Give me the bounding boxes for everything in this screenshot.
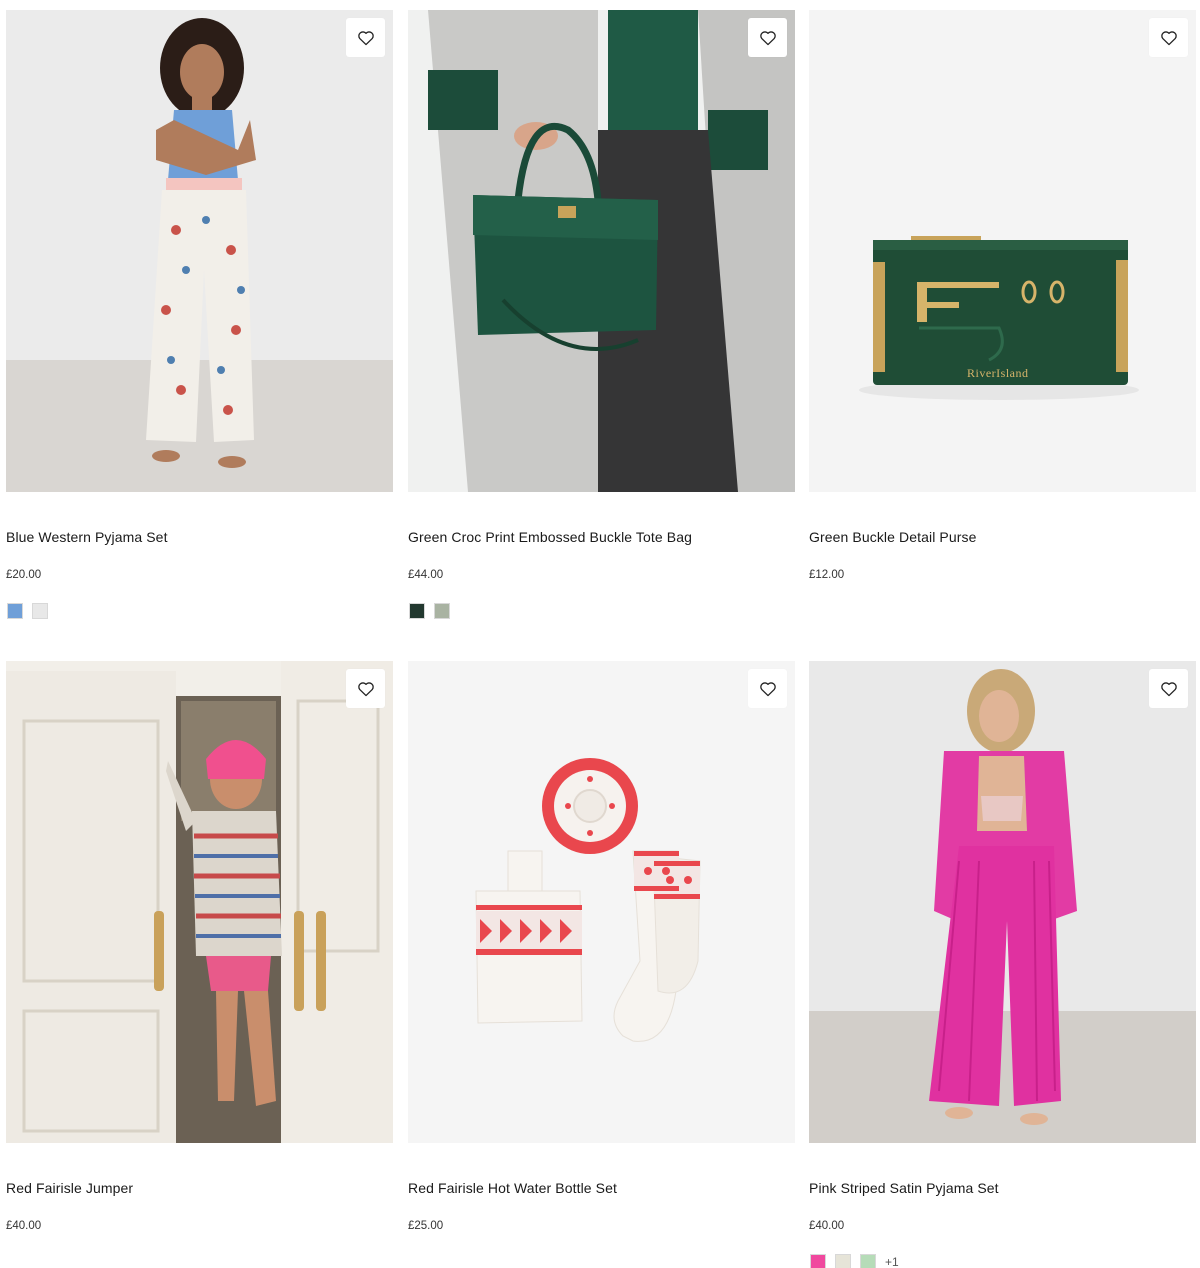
wishlist-button[interactable] [748,18,787,57]
colour-swatch[interactable] [434,603,450,619]
colour-swatch[interactable] [860,1254,876,1268]
product-price: £12.00 [809,569,845,581]
product-price: £40.00 [6,1220,42,1232]
product-title[interactable]: Blue Western Pyjama Set [6,529,168,546]
product-title[interactable]: Green Buckle Detail Purse [809,529,976,546]
product-image[interactable] [408,661,795,1143]
product-image[interactable] [408,10,795,492]
heart-outline-icon [1160,30,1177,45]
wishlist-button[interactable] [346,18,385,57]
wishlist-button[interactable] [748,669,787,708]
product-title[interactable]: Red Fairisle Jumper [6,1180,133,1197]
colour-swatch[interactable] [409,603,425,619]
product-image[interactable] [809,661,1196,1143]
product-card[interactable]: Red Fairisle Hot Water Bottle Set £25.00 [408,661,795,1232]
heart-outline-icon [357,681,374,696]
more-colours-count[interactable]: +1 [885,1255,899,1268]
colour-swatches [409,603,450,619]
heart-outline-icon [357,30,374,45]
product-grid: Blue Western Pyjama Set £20.00 Green Cro… [0,0,1200,1268]
colour-swatch[interactable] [810,1254,826,1268]
wishlist-button[interactable] [1149,18,1188,57]
heart-outline-icon [759,681,776,696]
product-card[interactable]: Blue Western Pyjama Set £20.00 [6,10,393,619]
product-image[interactable]: RiverIsland [809,10,1196,492]
heart-outline-icon [759,30,776,45]
colour-swatches: +1 [810,1254,899,1268]
product-price: £40.00 [809,1220,845,1232]
colour-swatch[interactable] [7,603,23,619]
product-price: £20.00 [6,569,42,581]
product-card[interactable]: Red Fairisle Jumper £40.00 [6,661,393,1232]
product-price: £25.00 [408,1220,444,1232]
product-card[interactable]: RiverIsland Green Buckle Detail Purse £1… [809,10,1196,581]
product-title[interactable]: Red Fairisle Hot Water Bottle Set [408,1180,617,1197]
colour-swatches [7,603,48,619]
product-card[interactable]: Green Croc Print Embossed Buckle Tote Ba… [408,10,795,619]
heart-outline-icon [1160,681,1177,696]
product-image[interactable] [6,10,393,492]
product-card[interactable]: Pink Striped Satin Pyjama Set £40.00 +1 [809,661,1196,1268]
product-price: £44.00 [408,569,444,581]
wishlist-button[interactable] [346,669,385,708]
product-title[interactable]: Pink Striped Satin Pyjama Set [809,1180,999,1197]
product-title[interactable]: Green Croc Print Embossed Buckle Tote Ba… [408,529,692,546]
colour-swatch[interactable] [835,1254,851,1268]
brand-logo: RiverIsland [967,366,1029,380]
product-image[interactable] [6,661,393,1143]
wishlist-button[interactable] [1149,669,1188,708]
colour-swatch[interactable] [32,603,48,619]
